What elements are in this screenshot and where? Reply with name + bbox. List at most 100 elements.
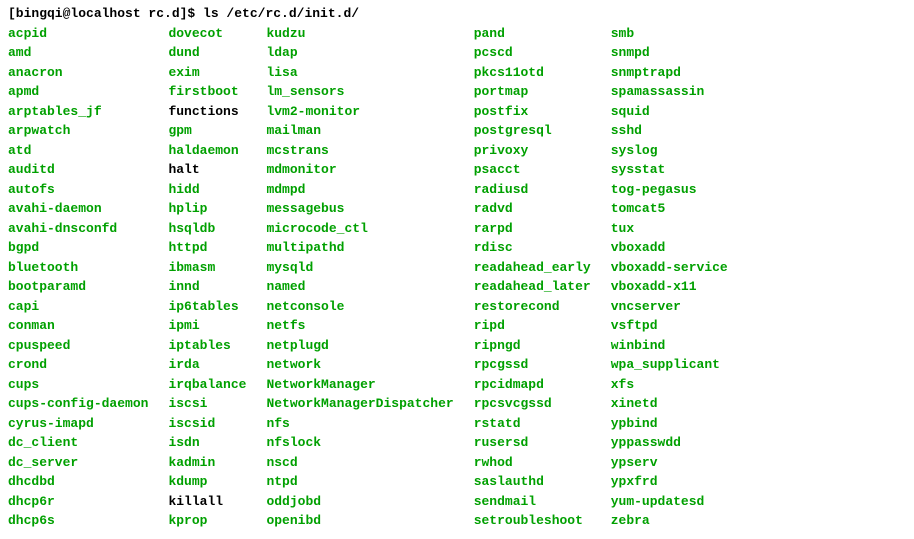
file-entry: arptables_jf — [8, 102, 148, 122]
file-entry: apmd — [8, 82, 148, 102]
file-entry: rpcsvcgssd — [474, 394, 591, 414]
file-entry: named — [266, 277, 453, 297]
file-entry: netplugd — [266, 336, 453, 356]
file-entry: ntpd — [266, 472, 453, 492]
file-entry: saslauthd — [474, 472, 591, 492]
file-entry: mcstrans — [266, 141, 453, 161]
file-entry: avahi-daemon — [8, 199, 148, 219]
file-entry: cups-config-daemon — [8, 394, 148, 414]
listing-column-3: pandpcscdpkcs11otdportmappostfixpostgres… — [474, 24, 591, 531]
file-entry: iptables — [168, 336, 246, 356]
file-entry: setroubleshoot — [474, 511, 591, 531]
file-entry: autofs — [8, 180, 148, 200]
file-entry: nscd — [266, 453, 453, 473]
file-entry: tux — [611, 219, 728, 239]
file-entry: killall — [168, 492, 246, 512]
file-entry: dhcdbd — [8, 472, 148, 492]
file-entry: bgpd — [8, 238, 148, 258]
file-entry: mdmonitor — [266, 160, 453, 180]
directory-listing: acpidamdanacronapmdarptables_jfarpwatcha… — [8, 24, 906, 531]
file-entry: pand — [474, 24, 591, 44]
file-entry: conman — [8, 316, 148, 336]
file-entry: snmpd — [611, 43, 728, 63]
file-entry: crond — [8, 355, 148, 375]
file-entry: acpid — [8, 24, 148, 44]
file-entry: yum-updatesd — [611, 492, 728, 512]
file-entry: readahead_early — [474, 258, 591, 278]
file-entry: multipathd — [266, 238, 453, 258]
file-entry: spamassassin — [611, 82, 728, 102]
file-entry: kprop — [168, 511, 246, 531]
file-entry: smb — [611, 24, 728, 44]
file-entry: readahead_later — [474, 277, 591, 297]
file-entry: mysqld — [266, 258, 453, 278]
file-entry: bootparamd — [8, 277, 148, 297]
file-entry: kdump — [168, 472, 246, 492]
file-entry: pkcs11otd — [474, 63, 591, 83]
file-entry: irda — [168, 355, 246, 375]
file-entry: postfix — [474, 102, 591, 122]
file-entry: bluetooth — [8, 258, 148, 278]
file-entry: arpwatch — [8, 121, 148, 141]
file-entry: cpuspeed — [8, 336, 148, 356]
file-entry: restorecond — [474, 297, 591, 317]
file-entry: xfs — [611, 375, 728, 395]
file-entry: dhcp6s — [8, 511, 148, 531]
file-entry: amd — [8, 43, 148, 63]
file-entry: hidd — [168, 180, 246, 200]
file-entry: sendmail — [474, 492, 591, 512]
file-entry: irqbalance — [168, 375, 246, 395]
file-entry: yppasswdd — [611, 433, 728, 453]
file-entry: ypxfrd — [611, 472, 728, 492]
file-entry: radiusd — [474, 180, 591, 200]
file-entry: ldap — [266, 43, 453, 63]
file-entry: vncserver — [611, 297, 728, 317]
file-entry: radvd — [474, 199, 591, 219]
file-entry: hsqldb — [168, 219, 246, 239]
file-entry: postgresql — [474, 121, 591, 141]
file-entry: ibmasm — [168, 258, 246, 278]
file-entry: zebra — [611, 511, 728, 531]
file-entry: cyrus-imapd — [8, 414, 148, 434]
file-entry: dund — [168, 43, 246, 63]
file-entry: microcode_ctl — [266, 219, 453, 239]
file-entry: gpm — [168, 121, 246, 141]
file-entry: halt — [168, 160, 246, 180]
file-entry: innd — [168, 277, 246, 297]
file-entry: nfs — [266, 414, 453, 434]
file-entry: network — [266, 355, 453, 375]
file-entry: exim — [168, 63, 246, 83]
file-entry: isdn — [168, 433, 246, 453]
file-entry: xinetd — [611, 394, 728, 414]
file-entry: rarpd — [474, 219, 591, 239]
file-entry: winbind — [611, 336, 728, 356]
file-entry: vsftpd — [611, 316, 728, 336]
file-entry: lm_sensors — [266, 82, 453, 102]
file-entry: rdisc — [474, 238, 591, 258]
file-entry: ypserv — [611, 453, 728, 473]
file-entry: ypbind — [611, 414, 728, 434]
file-entry: httpd — [168, 238, 246, 258]
file-entry: iscsid — [168, 414, 246, 434]
listing-column-2: kudzuldaplisalm_sensorslvm2-monitormailm… — [266, 24, 453, 531]
file-entry: pcscd — [474, 43, 591, 63]
file-entry: rusersd — [474, 433, 591, 453]
file-entry: avahi-dnsconfd — [8, 219, 148, 239]
file-entry: oddjobd — [266, 492, 453, 512]
file-entry: rstatd — [474, 414, 591, 434]
listing-column-0: acpidamdanacronapmdarptables_jfarpwatcha… — [8, 24, 148, 531]
listing-column-1: dovecotdundeximfirstbootfunctionsgpmhald… — [168, 24, 246, 531]
file-entry: squid — [611, 102, 728, 122]
file-entry: functions — [168, 102, 246, 122]
file-entry: cups — [8, 375, 148, 395]
file-entry: syslog — [611, 141, 728, 161]
file-entry: tomcat5 — [611, 199, 728, 219]
file-entry: privoxy — [474, 141, 591, 161]
file-entry: auditd — [8, 160, 148, 180]
file-entry: capi — [8, 297, 148, 317]
file-entry: vboxadd-service — [611, 258, 728, 278]
file-entry: sysstat — [611, 160, 728, 180]
file-entry: rwhod — [474, 453, 591, 473]
file-entry: dc_client — [8, 433, 148, 453]
file-entry: dc_server — [8, 453, 148, 473]
